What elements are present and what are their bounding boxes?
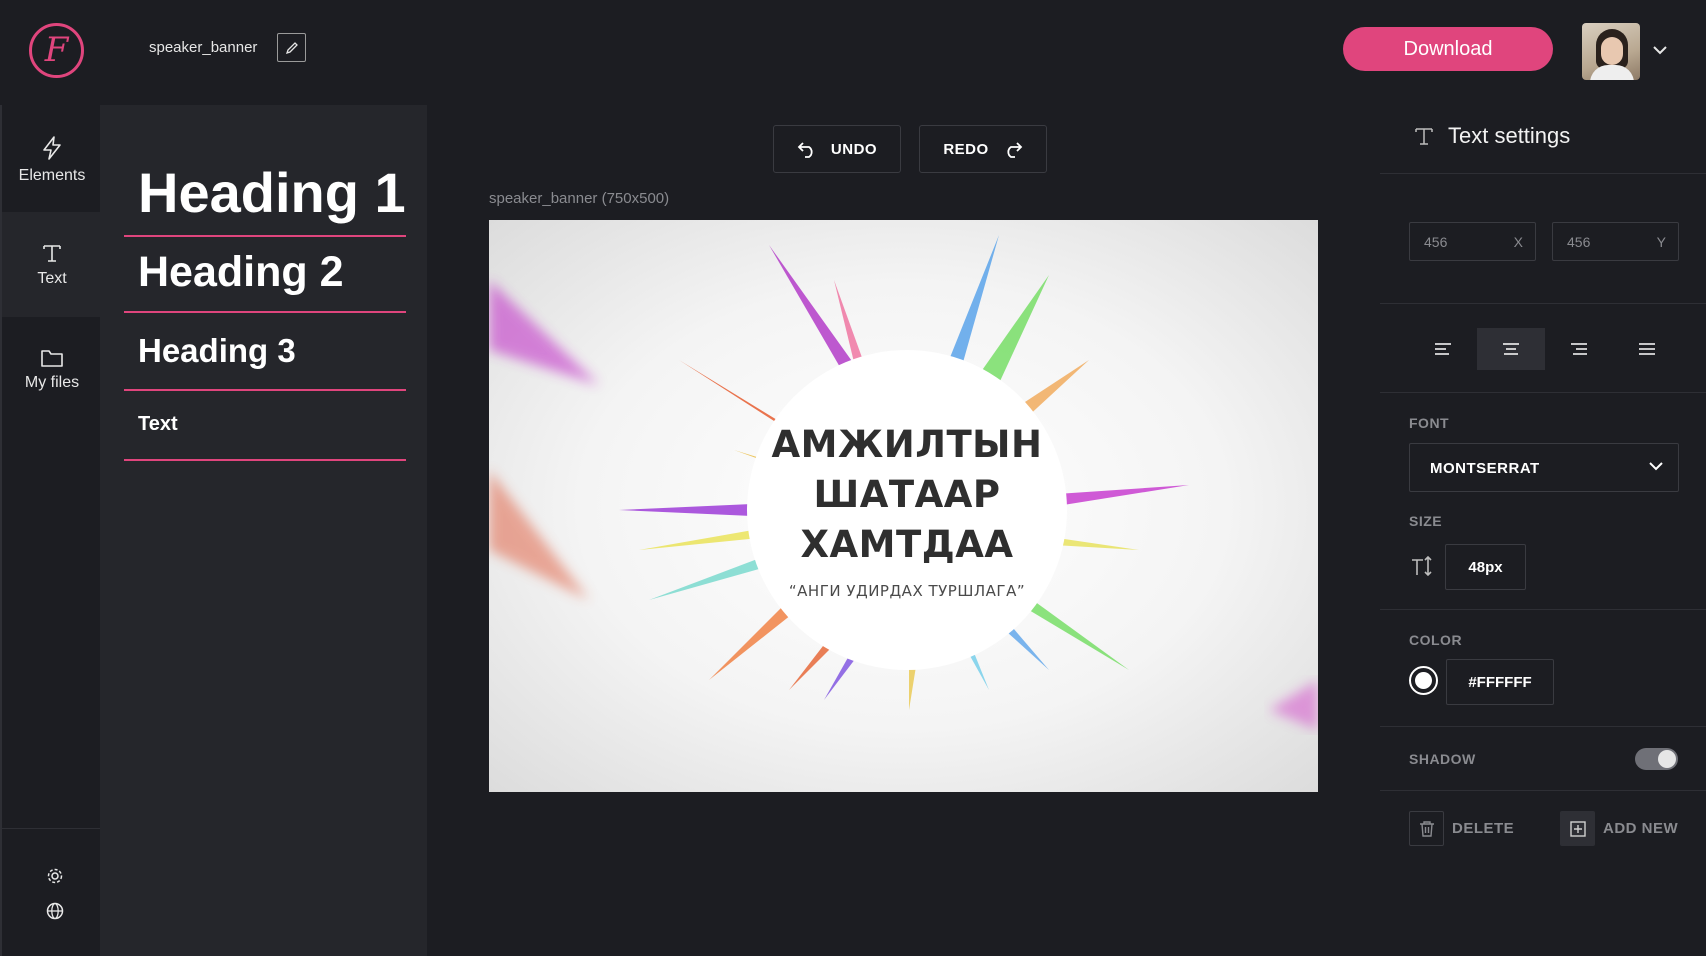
chevron-down-icon[interactable] — [1652, 45, 1668, 55]
font-size-input[interactable]: 48px — [1445, 544, 1526, 590]
edit-filename-button[interactable] — [277, 33, 306, 62]
undo-label: UNDO — [830, 140, 878, 158]
align-right-icon — [1571, 343, 1587, 355]
text-icon — [43, 244, 61, 262]
delete-label: DELETE — [1452, 820, 1515, 837]
settings-title: Text settings — [1448, 123, 1571, 148]
align-left-button[interactable] — [1409, 328, 1477, 370]
redo-label: REDO — [943, 140, 989, 158]
align-left-icon — [1435, 343, 1451, 355]
font-select[interactable]: MONTSERRAT — [1409, 443, 1679, 492]
undo-icon — [797, 142, 813, 158]
nav-label: Elements — [18, 166, 86, 184]
headline-circle[interactable]: АМЖИЛТЫН ШАТААР ХАМТДАА “АНГИ УДИРДАХ ТУ… — [747, 350, 1067, 670]
preset-heading-1[interactable]: Heading 1 — [124, 157, 406, 237]
nav-label: My files — [24, 373, 80, 391]
nav-item-text[interactable]: Text — [2, 212, 102, 317]
preset-heading-3[interactable]: Heading 3 — [124, 313, 406, 391]
nav-label: Text — [37, 269, 67, 287]
top-bar: F speaker_banner Download — [0, 0, 1706, 105]
text-icon — [1415, 128, 1433, 145]
align-justify-icon — [1639, 343, 1655, 355]
delete-button[interactable]: DELETE — [1409, 811, 1514, 846]
trash-icon — [1419, 820, 1434, 837]
align-center-icon — [1503, 343, 1519, 355]
design-canvas[interactable]: АМЖИЛТЫН ШАТААР ХАМТДАА “АНГИ УДИРДАХ ТУ… — [489, 220, 1318, 792]
nav-item-elements[interactable]: Elements — [2, 107, 102, 212]
align-justify-button[interactable] — [1613, 328, 1681, 370]
align-right-button[interactable] — [1545, 328, 1613, 370]
app-logo[interactable]: F — [29, 23, 84, 78]
pencil-icon — [285, 41, 298, 54]
settings-header: Text settings — [1414, 123, 1570, 149]
shadow-toggle[interactable] — [1635, 748, 1678, 770]
headline-line-3: ХАМТДАА — [800, 523, 1014, 566]
font-label: FONT — [1409, 415, 1450, 431]
color-swatch[interactable] — [1409, 666, 1438, 695]
settings-icon[interactable] — [46, 867, 64, 885]
align-center-button[interactable] — [1477, 328, 1545, 370]
folder-icon — [41, 349, 63, 367]
text-settings-panel: Text settings 456 X 456 Y FONT MONTSERRA… — [1380, 105, 1706, 956]
add-new-button[interactable]: ADD NEW — [1560, 811, 1678, 846]
font-size-icon — [1412, 555, 1432, 577]
redo-icon — [1007, 142, 1022, 158]
text-presets-panel: Heading 1 Heading 2 Heading 3 Text — [100, 105, 427, 956]
headline-subtitle: “АНГИ УДИРДАХ ТУРШЛАГА” — [788, 582, 1026, 600]
x-value: 456 — [1424, 234, 1448, 250]
y-value: 456 — [1567, 234, 1591, 250]
download-button[interactable]: Download — [1343, 27, 1553, 71]
shadow-label: SHADOW — [1409, 751, 1476, 767]
add-box-icon — [1569, 820, 1586, 837]
y-position-input[interactable]: 456 Y — [1552, 222, 1679, 261]
redo-button[interactable]: REDO — [919, 125, 1047, 173]
x-axis-label: X — [1513, 234, 1523, 250]
chevron-down-icon — [1649, 462, 1663, 471]
globe-icon[interactable] — [46, 902, 64, 920]
canvas-label: speaker_banner (750x500) — [489, 190, 670, 207]
project-filename: speaker_banner — [149, 39, 258, 56]
y-axis-label: Y — [1656, 234, 1666, 250]
left-nav: Elements Text My files — [0, 105, 102, 956]
size-label: SIZE — [1409, 513, 1443, 529]
x-position-input[interactable]: 456 X — [1409, 222, 1536, 261]
nav-bottom — [2, 828, 102, 956]
headline-line-2: ШАТААР — [813, 473, 1001, 516]
user-avatar[interactable] — [1582, 23, 1640, 80]
add-new-label: ADD NEW — [1603, 820, 1679, 837]
color-label: COLOR — [1409, 632, 1463, 648]
preset-heading-2[interactable]: Heading 2 — [124, 237, 406, 313]
lightning-icon — [43, 135, 61, 160]
preset-text[interactable]: Text — [124, 391, 406, 461]
undo-button[interactable]: UNDO — [773, 125, 901, 173]
nav-item-my-files[interactable]: My files — [2, 317, 102, 422]
color-hex-input[interactable]: #FFFFFF — [1446, 659, 1554, 705]
font-value: MONTSERRAT — [1430, 460, 1540, 477]
headline-line-1: АМЖИЛТЫН — [771, 423, 1043, 466]
